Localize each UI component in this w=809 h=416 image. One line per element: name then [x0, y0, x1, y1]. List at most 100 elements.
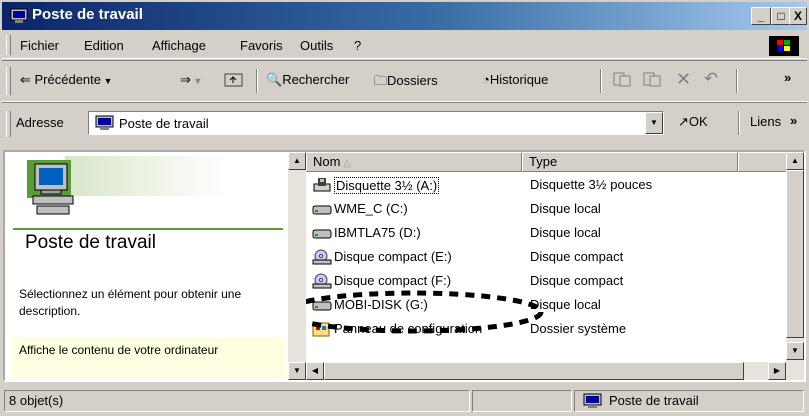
history-button[interactable]: ◔Historique [482, 72, 548, 87]
item-name: Disque compact (F:) [334, 273, 452, 288]
move-to-icon [613, 72, 631, 87]
menu-bar: Fichier Edition Affichage Favoris Outils… [2, 32, 807, 59]
title-bar[interactable]: Poste de travail _ □ X [2, 2, 807, 30]
address-label: Adresse [16, 115, 64, 130]
column-header-name[interactable]: Nom △ [306, 152, 522, 172]
column-header-type[interactable]: Type [522, 152, 738, 172]
item-type: Disque local [530, 201, 601, 216]
folders-button[interactable]: 🗀Dossiers [374, 72, 438, 94]
toolbar-overflow-chevron[interactable]: » [784, 70, 791, 85]
search-button[interactable]: 🔍Rechercher [266, 72, 349, 88]
content-area: Poste de travail Sélectionnez un élément… [3, 150, 806, 382]
item-name: Disquette 3½ (A:) [334, 177, 440, 194]
list-item[interactable]: WME_C (C:) Disque local [306, 198, 786, 222]
delete-icon[interactable]: ✕ [676, 69, 691, 90]
item-name: WME_C (C:) [334, 201, 408, 216]
links-chevron[interactable]: » [790, 113, 797, 128]
up-folder-button[interactable] [224, 70, 244, 91]
item-name: IBMTLA75 (D:) [334, 225, 421, 240]
list-item[interactable]: IBMTLA75 (D:) Disque local [306, 222, 786, 246]
status-location: Poste de travail [574, 390, 804, 412]
status-object-count: 8 objet(s) [4, 390, 470, 412]
history-icon: ◔ [482, 72, 490, 87]
hard-drive-icon [312, 229, 332, 239]
list-item[interactable]: Disquette 3½ (A:) Disquette 3½ pouces [306, 174, 786, 198]
chevron-down-icon: ▼ [791, 346, 799, 355]
back-arrow-icon: ⇐ [20, 72, 35, 87]
menu-outils[interactable]: Outils [300, 38, 333, 53]
chevron-up-icon: ▲ [791, 156, 799, 165]
floppy-drive-icon [313, 178, 331, 192]
chevron-down-icon: ▼ [293, 366, 301, 375]
standard-toolbar: ⇐ Précédente ▼ ⇒ ▼ 🔍Rechercher 🗀Dossiers… [2, 60, 807, 102]
vertical-scrollbar[interactable]: ▲ ▼ [786, 152, 804, 380]
scroll-up-button[interactable]: ▲ [288, 152, 306, 170]
explorer-window: Poste de travail _ □ X Fichier Edition A… [0, 0, 809, 416]
go-button[interactable]: ↗OK [678, 114, 708, 130]
window-title: Poste de travail [32, 6, 143, 23]
menu-favoris[interactable]: Favoris [240, 38, 283, 53]
item-type: Disquette 3½ pouces [530, 177, 653, 192]
go-label: OK [688, 114, 708, 129]
scroll-right-button[interactable]: ▶ [768, 362, 786, 380]
horizontal-scroll-thumb[interactable] [324, 362, 744, 380]
address-dropdown-button[interactable]: ▼ [645, 112, 663, 134]
menu-affichage[interactable]: Affichage [152, 38, 206, 53]
info-panel-scrollbar[interactable]: ▲ ▼ [288, 152, 306, 380]
chevron-down-icon: ▼ [650, 118, 658, 127]
links-button[interactable]: Liens [750, 114, 781, 129]
scroll-up-button[interactable]: ▲ [786, 152, 804, 170]
address-value: Poste de travail [119, 116, 209, 131]
toolbar-grip[interactable] [6, 67, 11, 95]
addressbar-grip[interactable] [6, 111, 11, 137]
menu-help[interactable]: ? [354, 38, 361, 53]
history-label: Historique [489, 72, 549, 87]
status-location-label: Poste de travail [609, 393, 699, 408]
hard-drive-icon [312, 205, 332, 215]
toolbar-separator [736, 69, 738, 93]
scroll-left-button[interactable]: ◀ [306, 362, 324, 380]
back-button[interactable]: ⇐ Précédente ▼ [20, 72, 112, 88]
panel-title-underline [13, 228, 283, 230]
chevron-right-icon: ▶ [773, 366, 781, 375]
windows-logo-icon [769, 36, 799, 56]
forward-arrow-icon: ⇒ [180, 72, 191, 87]
info-panel: Poste de travail Sélectionnez un élément… [5, 152, 288, 380]
item-type: Disque local [530, 225, 601, 240]
toolbar-separator [256, 69, 258, 93]
forward-button[interactable]: ⇒ ▼ [180, 72, 202, 88]
search-icon: 🔍 [266, 72, 283, 87]
list-item[interactable]: Disque compact (E:) Disque compact [306, 246, 786, 270]
folders-label: Dossiers [387, 73, 438, 88]
toolbar-separator [600, 69, 602, 93]
scroll-down-button[interactable]: ▼ [786, 342, 804, 360]
menu-fichier[interactable]: Fichier [20, 38, 59, 53]
maximize-button[interactable]: □ [771, 7, 791, 25]
minimize-button[interactable]: _ [751, 7, 771, 25]
vertical-scroll-thumb[interactable] [786, 170, 804, 338]
folders-icon: 🗀 [374, 73, 388, 88]
item-type: Disque compact [530, 273, 624, 288]
horizontal-scrollbar[interactable]: ◀ ▶ [306, 362, 786, 380]
scroll-down-button[interactable]: ▼ [288, 362, 306, 380]
menu-edition[interactable]: Edition [84, 38, 124, 53]
cd-drive-icon [312, 249, 332, 265]
computer-icon [583, 393, 602, 408]
computer-icon [10, 8, 28, 23]
computer-icon [95, 115, 114, 130]
panel-description: Sélectionnez un élément pour obtenir une… [19, 287, 242, 318]
close-button[interactable]: X [789, 7, 807, 25]
up-folder-icon [224, 73, 243, 87]
move-to-button[interactable] [612, 70, 632, 91]
address-input[interactable]: Poste de travail ▼ [88, 111, 664, 135]
copy-to-button[interactable] [642, 70, 662, 91]
go-arrow-icon: ↗ [678, 114, 689, 129]
status-bar: 8 objet(s) Poste de travail [2, 388, 807, 414]
sort-ascending-icon: △ [340, 158, 351, 169]
chevron-down-icon: ▼ [190, 76, 203, 86]
panel-title: Poste de travail [25, 232, 156, 253]
status-panel-empty [472, 390, 572, 412]
menubar-grip[interactable] [6, 35, 11, 55]
search-label: Rechercher [282, 72, 350, 87]
undo-icon[interactable]: ↶ [704, 69, 718, 89]
